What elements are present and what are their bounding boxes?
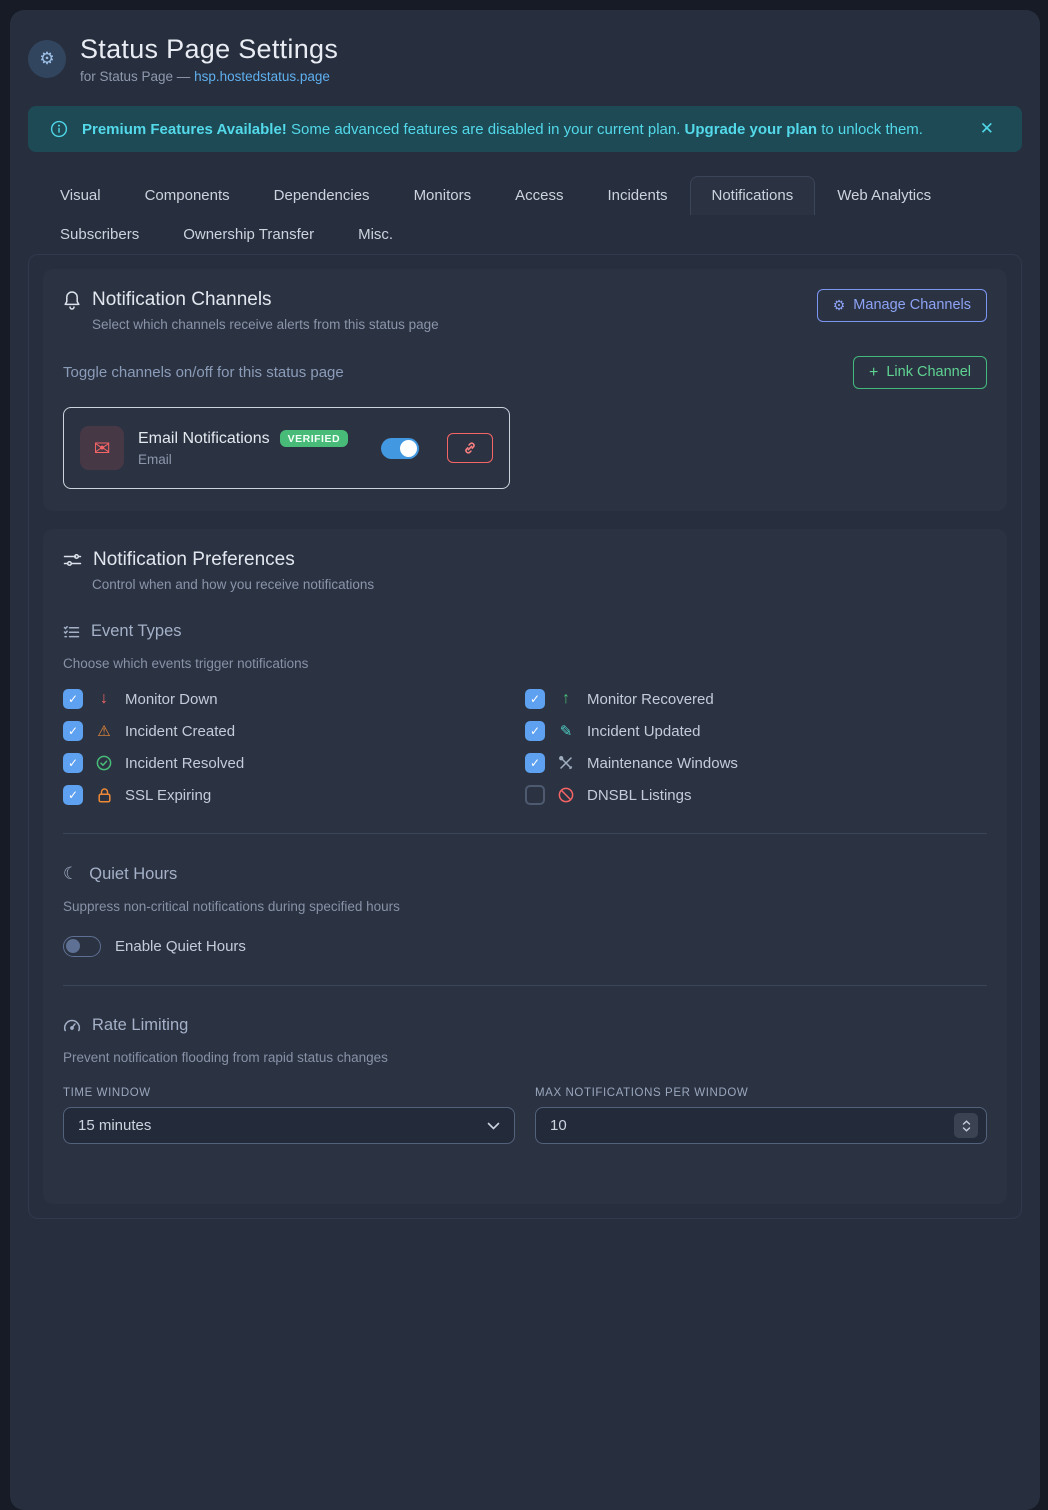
moon-icon: ☾ (63, 864, 78, 884)
channel-type: Email (138, 452, 367, 467)
tools-icon (557, 755, 575, 771)
notification-channels-card: Notification Channels Select which chann… (43, 269, 1007, 511)
checkbox-checked[interactable]: ✓ (63, 785, 83, 805)
time-window-label: TIME WINDOW (63, 1087, 515, 1099)
page-subtitle: for Status Page — hsp.hostedstatus.page (80, 69, 338, 84)
channel-name: Email Notifications (138, 430, 270, 448)
tab-ownership-transfer[interactable]: Ownership Transfer (161, 215, 336, 254)
gear-icon: ⚙ (39, 49, 54, 69)
notification-preferences-card: Notification Preferences Control when an… (43, 529, 1007, 1204)
tab-notifications[interactable]: Notifications (690, 176, 816, 215)
gear-icon: ⚙ (833, 297, 846, 314)
quiet-hours-title: ☾ Quiet Hours (63, 864, 987, 884)
time-window-select[interactable]: 15 minutes (63, 1107, 515, 1144)
verified-badge: VERIFIED (280, 430, 348, 447)
event-label: Maintenance Windows (587, 755, 738, 772)
max-notifications-label: MAX NOTIFICATIONS PER WINDOW (535, 1087, 987, 1099)
gauge-icon (63, 1018, 81, 1033)
notifications-tab-content: Notification Channels Select which chann… (28, 254, 1022, 1219)
tabs: VisualComponentsDependenciesMonitorsAcce… (28, 176, 1022, 254)
close-icon[interactable]: ✕ (974, 117, 1000, 141)
event-monitor-recovered[interactable]: ✓ ↑ Monitor Recovered (525, 689, 987, 709)
event-dnsbl-listings[interactable]: DNSBL Listings (525, 785, 987, 805)
arrow-up-icon: ↑ (557, 690, 575, 708)
page-title: Status Page Settings (80, 34, 338, 65)
divider (63, 833, 987, 834)
quiet-hours-subtitle: Suppress non-critical notifications duri… (63, 899, 987, 914)
channels-title-row: Notification Channels (63, 289, 817, 311)
channel-toggle[interactable] (381, 438, 419, 459)
event-label: DNSBL Listings (587, 787, 692, 804)
list-icon (63, 624, 80, 640)
link-channel-button[interactable]: + Link Channel (853, 356, 987, 389)
preferences-subtitle: Control when and how you receive notific… (92, 577, 987, 592)
event-label: Monitor Down (125, 691, 218, 708)
tab-incidents[interactable]: Incidents (585, 176, 689, 215)
toggle-hint: Toggle channels on/off for this status p… (63, 364, 853, 381)
chevron-down-icon (487, 1122, 500, 1130)
info-icon (50, 120, 68, 138)
event-types-grid: ✓ ↓ Monitor Down ✓ ↑ Monitor Recovered ✓ ⚠ Incid… (63, 689, 987, 805)
envelope-icon: ✉ (80, 426, 124, 470)
unlink-channel-button[interactable] (447, 433, 493, 463)
checkbox-checked[interactable]: ✓ (525, 721, 545, 741)
event-label: Incident Updated (587, 723, 700, 740)
settings-panel: ⚙ Status Page Settings for Status Page —… (10, 10, 1040, 1510)
tab-visual[interactable]: Visual (38, 176, 123, 215)
page-header: ⚙ Status Page Settings for Status Page —… (28, 34, 1022, 84)
rate-limiting-title: Rate Limiting (63, 1016, 987, 1035)
checkbox-checked[interactable]: ✓ (63, 753, 83, 773)
banner-text: Premium Features Available! Some advance… (82, 121, 923, 138)
bell-icon (63, 290, 81, 310)
checkbox-checked[interactable]: ✓ (525, 689, 545, 709)
checkbox-unchecked[interactable] (525, 785, 545, 805)
rate-limiting-subtitle: Prevent notification flooding from rapid… (63, 1050, 987, 1065)
event-types-title: Event Types (63, 622, 987, 641)
tab-components[interactable]: Components (123, 176, 252, 215)
tab-monitors[interactable]: Monitors (392, 176, 494, 215)
premium-banner: Premium Features Available! Some advance… (28, 106, 1022, 152)
event-types-subtitle: Choose which events trigger notification… (63, 656, 987, 671)
status-page-link[interactable]: hsp.hostedstatus.page (194, 69, 330, 84)
event-incident-created[interactable]: ✓ ⚠ Incident Created (63, 721, 525, 741)
quiet-hours-toggle[interactable] (63, 936, 101, 957)
sliders-icon (63, 551, 82, 569)
enable-quiet-hours-row: Enable Quiet Hours (63, 936, 987, 957)
settings-avatar: ⚙ (28, 40, 66, 78)
upgrade-plan-link[interactable]: Upgrade your plan (685, 121, 818, 138)
arrow-down-icon: ↓ (95, 690, 113, 708)
ban-icon (557, 787, 575, 803)
tab-misc[interactable]: Misc. (336, 215, 415, 254)
manage-channels-button[interactable]: ⚙ Manage Channels (817, 289, 987, 322)
channel-item-email: ✉ Email Notifications VERIFIED Email (63, 407, 510, 489)
event-label: Monitor Recovered (587, 691, 714, 708)
event-maintenance-windows[interactable]: ✓ Maintenance Windows (525, 753, 987, 773)
pencil-icon: ✎ (557, 722, 575, 740)
event-incident-updated[interactable]: ✓ ✎ Incident Updated (525, 721, 987, 741)
preferences-title-row: Notification Preferences (63, 549, 987, 571)
spinner-icon[interactable] (954, 1113, 978, 1138)
chain-link-icon (463, 441, 477, 455)
tab-access[interactable]: Access (493, 176, 585, 215)
channels-subtitle: Select which channels receive alerts fro… (92, 317, 817, 332)
event-ssl-expiring[interactable]: ✓ SSL Expiring (63, 785, 525, 805)
event-label: Incident Resolved (125, 755, 244, 772)
event-monitor-down[interactable]: ✓ ↓ Monitor Down (63, 689, 525, 709)
tab-dependencies[interactable]: Dependencies (252, 176, 392, 215)
checkbox-checked[interactable]: ✓ (63, 689, 83, 709)
event-label: SSL Expiring (125, 787, 211, 804)
checkbox-checked[interactable]: ✓ (63, 721, 83, 741)
tab-web-analytics[interactable]: Web Analytics (815, 176, 953, 215)
event-incident-resolved[interactable]: ✓ Incident Resolved (63, 753, 525, 773)
max-notifications-input[interactable]: 10 (535, 1107, 987, 1144)
lock-icon (95, 787, 113, 804)
event-label: Incident Created (125, 723, 235, 740)
plus-icon: + (869, 364, 878, 381)
warning-icon: ⚠ (95, 722, 113, 740)
tab-subscribers[interactable]: Subscribers (38, 215, 161, 254)
divider (63, 985, 987, 986)
check-circle-icon (95, 755, 113, 771)
checkbox-checked[interactable]: ✓ (525, 753, 545, 773)
